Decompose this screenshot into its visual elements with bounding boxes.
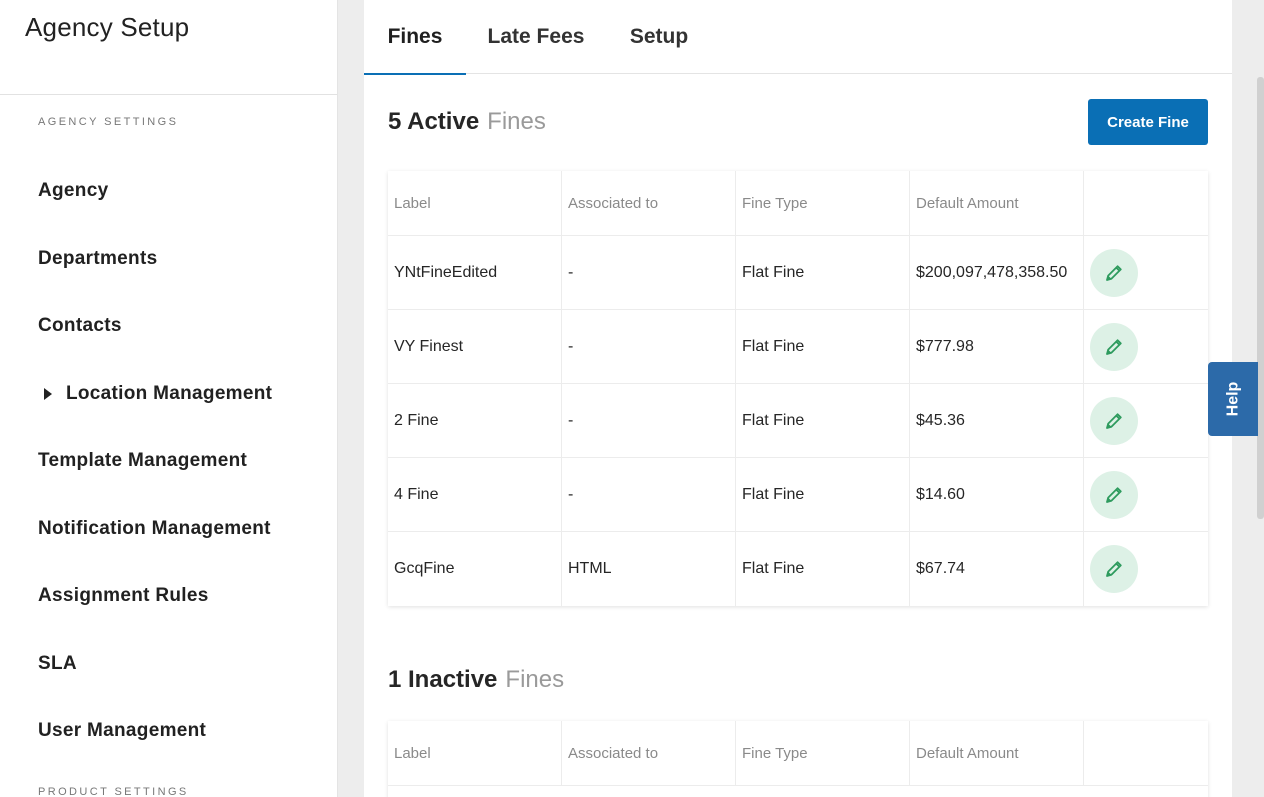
pencil-icon <box>1106 412 1122 429</box>
sidebar-item-user-management[interactable]: User Management <box>38 720 206 742</box>
column-header-default-amount: Default Amount <box>910 721 1084 785</box>
cell-actions <box>1084 458 1208 531</box>
sidebar-item-location-management[interactable]: Location Management <box>38 383 272 405</box>
scrollbar-thumb[interactable] <box>1257 77 1264 519</box>
column-header-fine-type: Fine Type <box>736 171 910 235</box>
column-header-associated: Associated to <box>562 171 736 235</box>
table-header-row: Label Associated to Fine Type Default Am… <box>388 171 1208 236</box>
column-header-actions <box>1084 721 1208 785</box>
edit-fine-button[interactable] <box>1090 396 1138 445</box>
pencil-icon <box>1106 486 1122 503</box>
cell-default-amount: $45.36 <box>910 384 1084 457</box>
column-header-label: Label <box>388 171 562 235</box>
active-suffix: Fines <box>487 108 546 135</box>
table-row: YNtFineEdited - Flat Fine $200,097,478,358.… <box>388 236 1208 310</box>
edit-fine-button[interactable] <box>1090 545 1138 593</box>
cell-actions <box>1084 236 1208 309</box>
pencil-icon <box>1106 338 1122 355</box>
section-heading-agency-settings: AGENCY SETTINGS <box>38 116 179 128</box>
edit-fine-button[interactable] <box>1090 248 1138 297</box>
section-heading-product-settings: PRODUCT SETTINGS <box>38 786 189 797</box>
cell-label: GcqFine <box>388 532 562 606</box>
cell-associated: - <box>562 310 736 383</box>
table-row: GcqFine HTML Flat Fine $67.74 <box>388 532 1208 606</box>
cell-label: YNtFineEdited <box>388 236 562 309</box>
sidebar: Agency Setup AGENCY SETTINGS Agency Depa… <box>0 0 338 797</box>
sidebar-item-departments[interactable]: Departments <box>38 248 157 270</box>
sidebar-title: Agency Setup <box>25 12 190 42</box>
inactive-count: 1 Inactive <box>388 666 498 693</box>
column-header-associated: Associated to <box>562 721 736 785</box>
sidebar-item-sla[interactable]: SLA <box>38 653 77 675</box>
cell-associated: HTML <box>562 532 736 606</box>
help-label: Help <box>1223 381 1241 417</box>
cell-default-amount: $200,097,478,358.50 <box>910 236 1084 309</box>
active-count: 5 Active <box>388 108 480 135</box>
cell-actions <box>1084 532 1208 606</box>
cell-associated: - <box>562 458 736 531</box>
sidebar-item-agency[interactable]: Agency <box>38 180 108 202</box>
column-header-default-amount: Default Amount <box>910 171 1084 235</box>
sidebar-divider <box>0 94 337 95</box>
tab-late-fees[interactable]: Late Fees <box>482 0 590 74</box>
edit-fine-button[interactable] <box>1090 470 1138 519</box>
active-fines-heading: 5 Active Fines <box>388 108 546 136</box>
cell-label: 2 Fine <box>388 384 562 457</box>
cell-default-amount: $67.74 <box>910 532 1084 606</box>
pencil-icon <box>1106 561 1122 577</box>
cell-fine-type: Flat Fine <box>736 458 910 531</box>
column-header-actions <box>1084 171 1208 235</box>
cell-default-amount: $777.98 <box>910 310 1084 383</box>
cell-associated: - <box>562 384 736 457</box>
inactive-fines-table: Label Associated to Fine Type Default Am… <box>388 721 1208 797</box>
sidebar-item-template-management[interactable]: Template Management <box>38 450 247 472</box>
cell-actions <box>1084 310 1208 383</box>
cell-fine-type: Flat Fine <box>736 310 910 383</box>
cell-label: VY Finest <box>388 310 562 383</box>
sidebar-item-contacts[interactable]: Contacts <box>38 315 122 337</box>
cell-fine-type: Flat Fine <box>736 236 910 309</box>
tab-setup[interactable]: Setup <box>622 0 696 74</box>
column-header-fine-type: Fine Type <box>736 721 910 785</box>
tab-bar: Fines Late Fees Setup <box>364 0 1232 75</box>
sidebar-item-assignment-rules[interactable]: Assignment Rules <box>38 585 209 607</box>
sidebar-item-label: Location Management <box>66 383 273 404</box>
active-fines-table: Label Associated to Fine Type Default Am… <box>388 171 1208 606</box>
cell-fine-type: Flat Fine <box>736 532 910 606</box>
help-button[interactable]: Help <box>1208 362 1258 436</box>
column-header-label: Label <box>388 721 562 785</box>
caret-right-icon <box>44 388 52 400</box>
table-row: 4 Fine - Flat Fine $14.60 <box>388 458 1208 532</box>
cell-actions <box>1084 384 1208 457</box>
create-fine-button[interactable]: Create Fine <box>1088 99 1208 145</box>
cell-label: 4 Fine <box>388 458 562 531</box>
table-header-row: Label Associated to Fine Type Default Am… <box>388 721 1208 786</box>
cell-fine-type: Flat Fine <box>736 384 910 457</box>
edit-fine-button[interactable] <box>1090 322 1138 371</box>
inactive-suffix: Fines <box>505 666 565 693</box>
main-panel: Fines Late Fees Setup 5 Active Fines Crea… <box>364 0 1232 797</box>
cell-associated: - <box>562 236 736 309</box>
pencil-icon <box>1106 264 1122 281</box>
tab-fines[interactable]: Fines <box>364 0 466 75</box>
table-row: VY Finest - Flat Fine $777.98 <box>388 310 1208 384</box>
inactive-fines-heading: 1 Inactive Fines <box>388 666 564 694</box>
table-row: 2 Fine - Flat Fine $45.36 <box>388 384 1208 458</box>
sidebar-item-notification-management[interactable]: Notification Management <box>38 518 271 540</box>
cell-default-amount: $14.60 <box>910 458 1084 531</box>
